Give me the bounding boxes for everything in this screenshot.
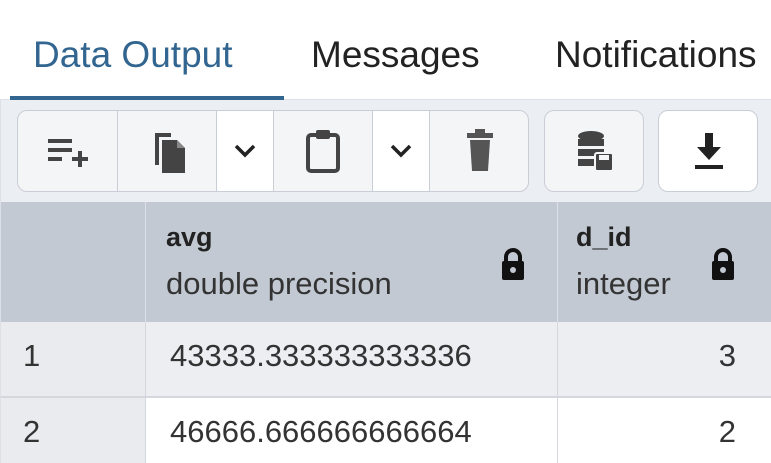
- column-header-d-id[interactable]: d_id integer: [558, 202, 771, 322]
- download-icon: [695, 133, 723, 169]
- row-number-cell[interactable]: 1: [1, 322, 146, 396]
- cell-avg[interactable]: 43333.333333333336: [146, 322, 558, 396]
- cell-value: 43333.333333333336: [170, 338, 472, 373]
- edit-button-group: [17, 110, 529, 192]
- paste-button[interactable]: [274, 111, 372, 191]
- copy-icon: [155, 133, 185, 173]
- tab-notifications[interactable]: Notifications: [555, 30, 757, 80]
- row-number: 2: [23, 414, 41, 449]
- copy-options-dropdown[interactable]: [216, 111, 274, 191]
- column-type: integer: [576, 266, 671, 301]
- clipboard-icon: [306, 130, 340, 173]
- save-data-icon: [578, 131, 614, 172]
- tab-messages[interactable]: Messages: [311, 30, 480, 80]
- download-button[interactable]: [659, 111, 757, 191]
- lock-icon: [712, 248, 734, 280]
- paste-options-dropdown[interactable]: [372, 111, 430, 191]
- row-number-cell[interactable]: 2: [1, 398, 146, 463]
- table-row[interactable]: 2 46666.666666666664 2: [0, 398, 771, 463]
- copy-button[interactable]: [118, 111, 216, 191]
- row-number-header[interactable]: [1, 202, 146, 322]
- chevron-down-icon: [390, 144, 412, 158]
- cell-value: 3: [718, 338, 736, 373]
- cell-d-id[interactable]: 3: [558, 322, 771, 396]
- result-tabs: Data Output Messages Notifications: [0, 0, 771, 100]
- download-group: [658, 110, 758, 192]
- cell-avg[interactable]: 46666.666666666664: [146, 398, 558, 463]
- chevron-down-icon: [234, 144, 256, 158]
- add-row-button[interactable]: [18, 111, 118, 191]
- table-row[interactable]: 1 43333.333333333336 3: [0, 322, 771, 398]
- cell-value: 2: [718, 414, 736, 449]
- grid-toolbar: [0, 100, 771, 202]
- column-name: d_id: [576, 222, 632, 252]
- cell-value: 46666.666666666664: [170, 414, 472, 449]
- column-header-avg[interactable]: avg double precision: [146, 202, 558, 322]
- column-name: avg: [166, 222, 213, 252]
- lock-icon: [502, 248, 524, 280]
- grid-header: avg double precision d_id integer: [0, 202, 771, 322]
- add-row-icon: [47, 139, 88, 167]
- column-type: double precision: [166, 266, 392, 301]
- save-data-button[interactable]: [545, 111, 643, 191]
- save-data-group: [544, 110, 644, 192]
- cell-d-id[interactable]: 2: [558, 398, 771, 463]
- tab-data-output[interactable]: Data Output: [33, 30, 233, 80]
- trash-icon: [467, 129, 493, 171]
- delete-button[interactable]: [430, 111, 528, 191]
- row-number: 1: [23, 338, 41, 373]
